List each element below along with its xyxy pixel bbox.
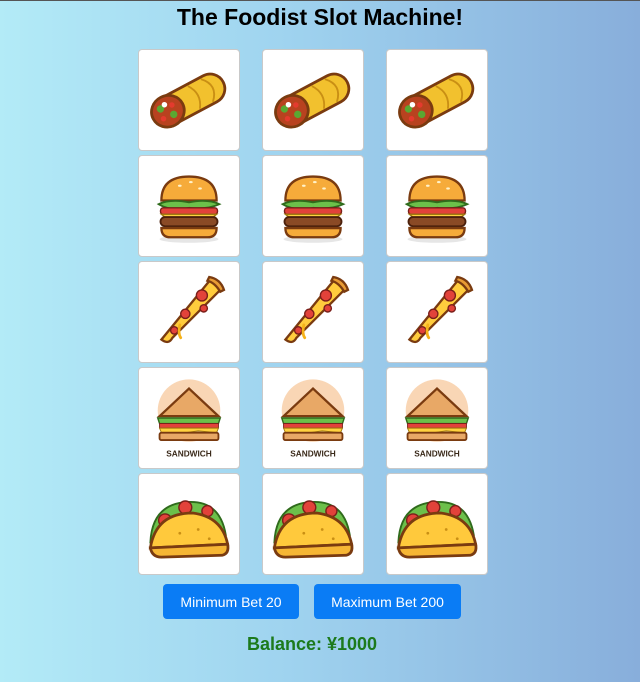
sandwich-icon: SANDWICH [267,372,359,464]
slot-cell [262,261,364,363]
taco-icon [267,478,359,570]
pizza-icon [267,266,359,358]
slot-cell [138,155,240,257]
burrito-icon [391,54,483,146]
sandwich-icon: SANDWICH [391,372,483,464]
burrito-icon [143,54,235,146]
slot-cell [138,473,240,575]
pizza-icon [391,266,483,358]
pizza-icon [143,266,235,358]
slot-cell [262,49,364,151]
taco-icon [143,478,235,570]
sandwich-icon: SANDWICH [143,372,235,464]
taco-icon [391,478,483,570]
burger-icon [143,160,235,252]
slot-cell [262,155,364,257]
page-title: The Foodist Slot Machine! [176,4,464,30]
slot-grid: SANDWICH SANDWICH SANDWICH [138,49,488,575]
slot-cell: SANDWICH [262,367,364,469]
slot-cell [386,49,488,151]
sandwich-label: SANDWICH [414,450,459,459]
burger-icon [391,160,483,252]
balance-display: Balance: ¥1000 [246,634,378,654]
slot-cell [138,261,240,363]
slot-cell [386,155,488,257]
slot-cell: SANDWICH [386,367,488,469]
slot-cell [262,473,364,575]
maximum-bet-button[interactable]: Maximum Bet 200 [314,584,461,619]
sandwich-label: SANDWICH [290,450,335,459]
slot-cell: SANDWICH [138,367,240,469]
minimum-bet-button[interactable]: Minimum Bet 20 [163,584,299,619]
slot-cell [138,49,240,151]
bet-buttons: Minimum Bet 20 Maximum Bet 200 [163,584,461,619]
slot-cell [386,473,488,575]
burger-icon [267,160,359,252]
sandwich-label: SANDWICH [166,450,211,459]
burrito-icon [267,54,359,146]
slot-cell [386,261,488,363]
